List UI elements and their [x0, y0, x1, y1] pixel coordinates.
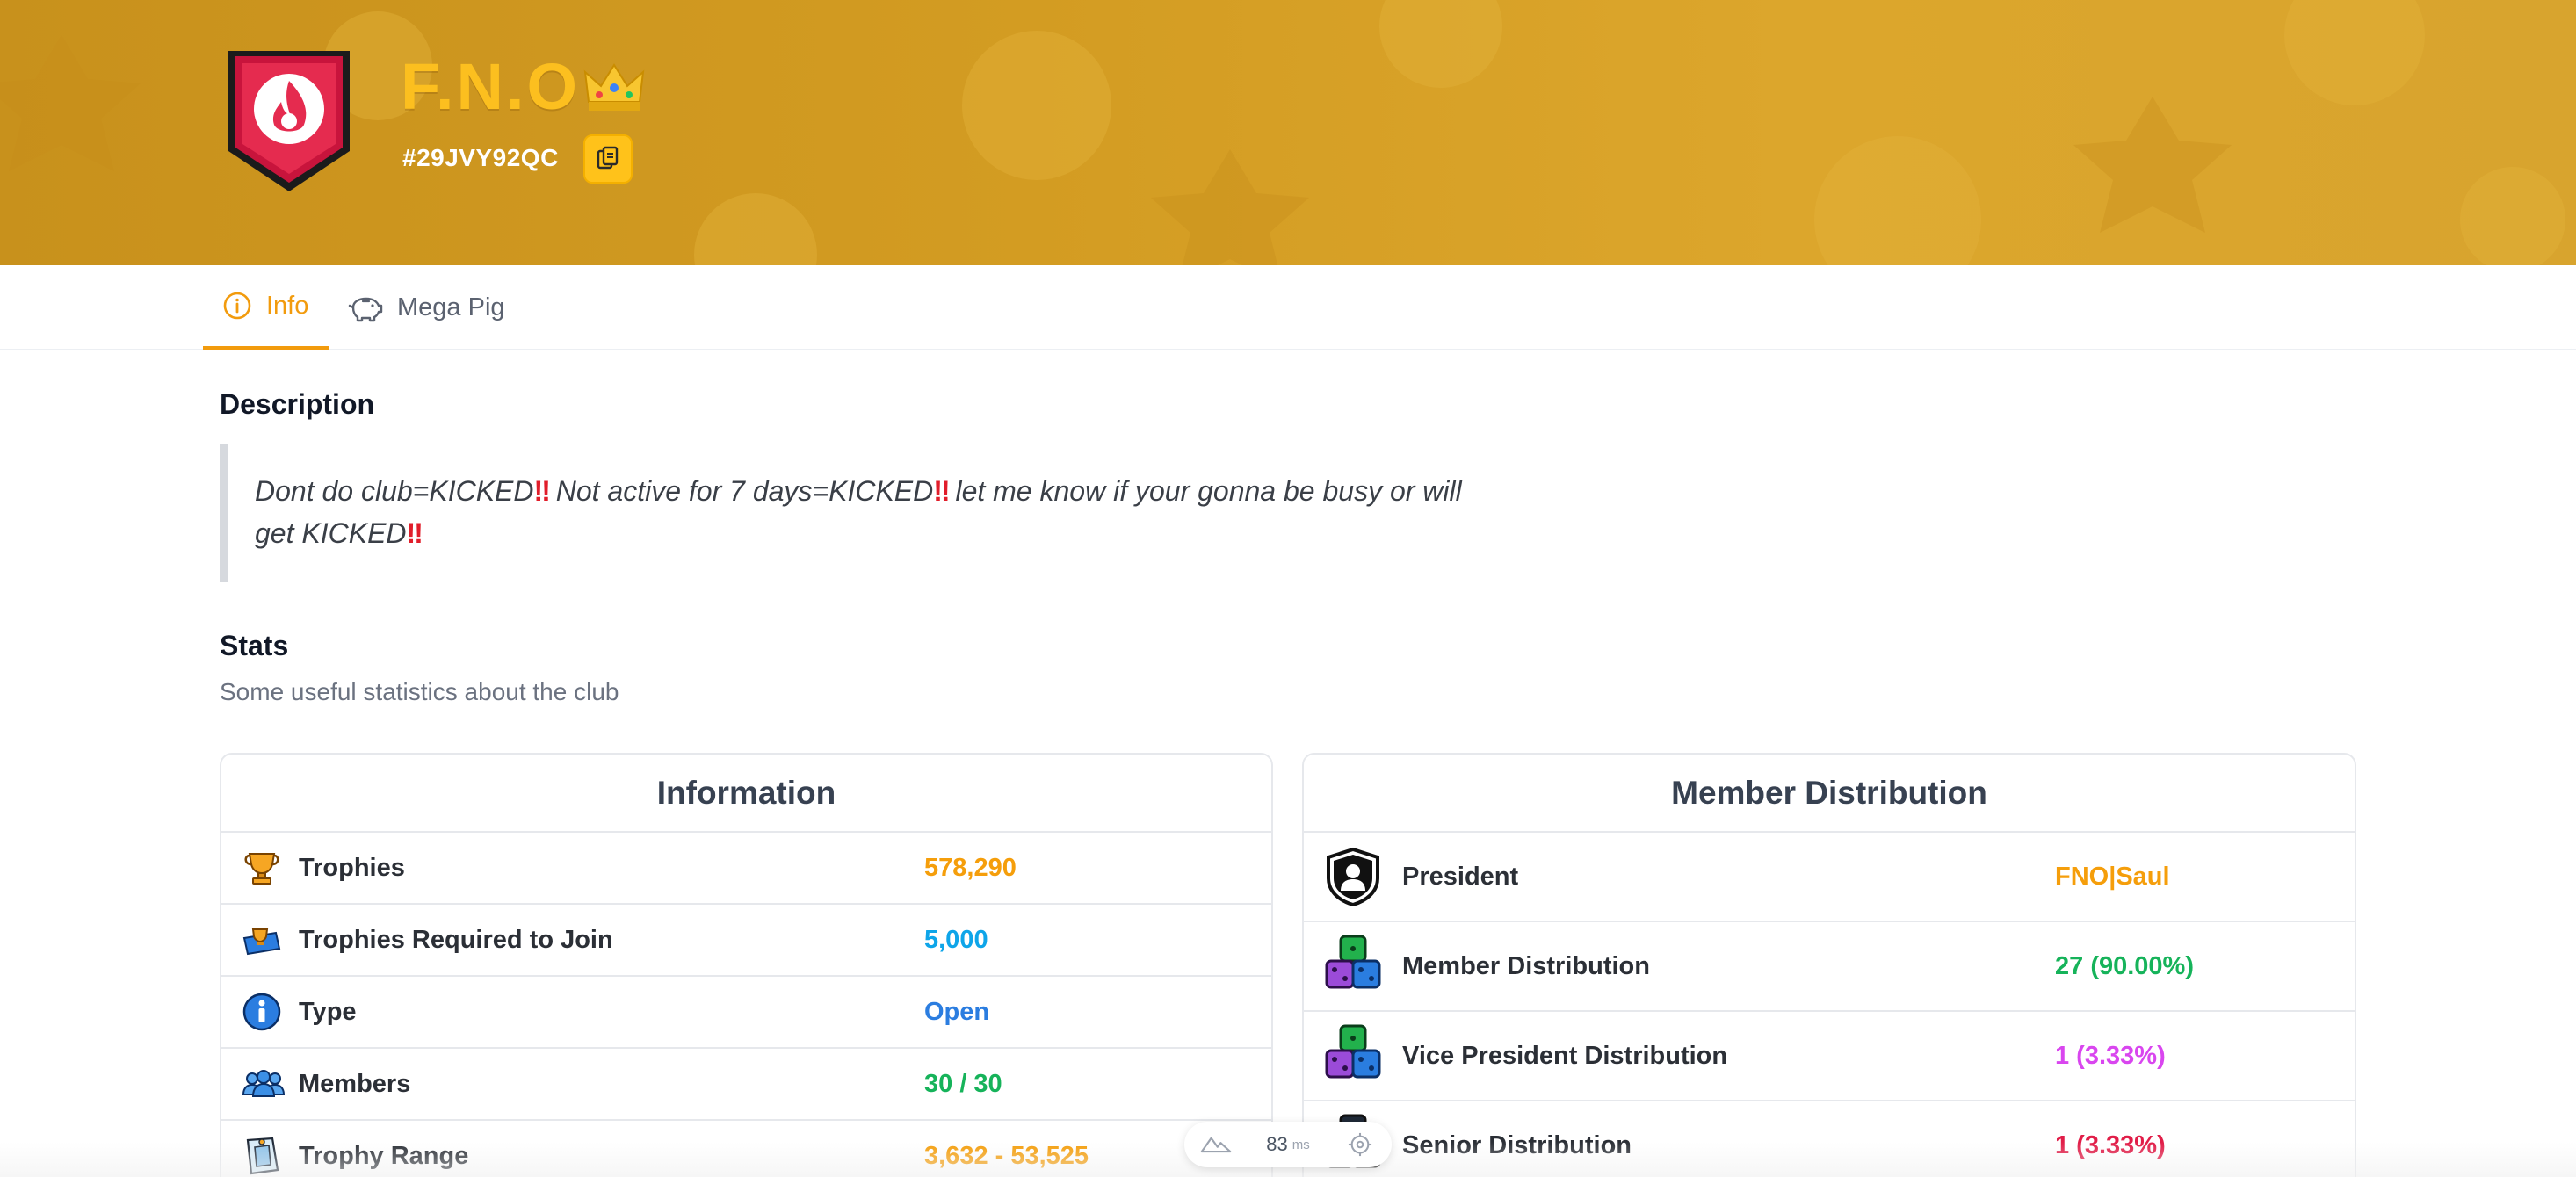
dist-row-label: Vice President Distribution	[1402, 1041, 1728, 1070]
club-tabs: Info Mega Pig	[0, 265, 2576, 350]
club-tag: #29JVY92QC	[402, 144, 559, 171]
dist-row-value: 27 (90.00%)	[2055, 951, 2194, 980]
double-exclamation-icon: ‼	[406, 517, 423, 549]
description-heading: Description	[220, 388, 375, 420]
info-row-members: Members 30 / 30	[221, 1049, 1271, 1121]
club-badge-icon	[228, 51, 350, 191]
club-banner: F.N.O #29JVY92QC	[0, 0, 2576, 265]
info-row-label: Type	[299, 997, 357, 1026]
copy-tag-button[interactable]	[583, 134, 633, 184]
member-distribution-card-title: Member Distribution	[1304, 755, 2355, 833]
info-row-label: Members	[299, 1069, 411, 1098]
inspect-button[interactable]	[1328, 1122, 1392, 1167]
info-row-value: Open	[924, 997, 990, 1026]
info-row-trophies: Trophies 578,290	[221, 833, 1271, 905]
dist-row-label: Senior Distribution	[1402, 1130, 1632, 1159]
render-time-value: 83	[1266, 1133, 1288, 1155]
member-distribution-card: Member Distribution President FNO|Saul M…	[1302, 753, 2356, 1177]
members-icon	[241, 1066, 286, 1101]
stats-heading: Stats	[220, 630, 289, 661]
tab-info[interactable]: Info	[203, 265, 329, 350]
info-row-trophies-required: Trophies Required to Join 5,000	[221, 905, 1271, 977]
dice-stack-icon	[1323, 1024, 1383, 1087]
description-quote: Dont do club=KICKED‼ Not active for 7 da…	[220, 444, 1494, 582]
dev-tools-pill[interactable]: 83 ms	[1184, 1122, 1392, 1167]
banner-pattern	[0, 0, 2565, 265]
devtools-logo-button[interactable]	[1184, 1122, 1248, 1167]
dist-row-value: 1 (3.33%)	[2055, 1041, 2166, 1070]
info-row-value: 30 / 30	[924, 1069, 1002, 1098]
info-row-label: Trophy Range	[299, 1141, 469, 1170]
club-name-text: F.N.O	[401, 50, 581, 123]
stats-subtitle: Some useful statistics about the club	[220, 678, 619, 705]
render-time-unit: ms	[1292, 1137, 1310, 1152]
double-exclamation-icon: ‼	[933, 475, 950, 507]
description-part-1: Dont do club=KICKED	[255, 475, 534, 507]
crosshair-icon	[1348, 1132, 1372, 1157]
information-card: Information Trophies 578,290 Trophies Re…	[220, 753, 1273, 1177]
club-name: F.N.O	[401, 49, 645, 124]
dist-row-label: President	[1402, 862, 1519, 891]
mountain-logo-icon	[1200, 1137, 1232, 1153]
dist-row-value: FNO|Saul	[2055, 862, 2170, 891]
dist-row-senior: Senior Distribution 1 (3.33%)	[1304, 1101, 2355, 1177]
trophy-range-icon	[241, 1135, 283, 1177]
trophy-requirement-icon	[241, 919, 283, 961]
info-row-label: Trophies	[299, 853, 405, 882]
information-card-title: Information	[221, 755, 1271, 833]
description-part-2: Not active for 7 days=KICKED	[547, 475, 934, 507]
info-row-value: 578,290	[924, 853, 1017, 882]
info-row-label: Trophies Required to Join	[299, 925, 613, 954]
copy-icon	[597, 146, 619, 170]
info-row-value: 5,000	[924, 925, 988, 954]
info-row-type: Type Open	[221, 977, 1271, 1049]
dist-row-vice-president: Vice President Distribution 1 (3.33%)	[1304, 1012, 2355, 1101]
dice-stack-icon	[1323, 935, 1383, 998]
tab-mega-pig-label: Mega Pig	[397, 293, 505, 321]
dist-row-label: Member Distribution	[1402, 951, 1650, 980]
dist-row-president: President FNO|Saul	[1304, 833, 2355, 922]
double-exclamation-icon: ‼	[533, 475, 551, 507]
render-time-readout: 83 ms	[1248, 1122, 1328, 1167]
dist-row-member: Member Distribution 27 (90.00%)	[1304, 922, 2355, 1012]
info-row-value: 3,632 - 53,525	[924, 1141, 1089, 1170]
info-circle-icon	[241, 991, 283, 1033]
trophy-icon	[241, 847, 283, 889]
tab-mega-pig[interactable]: Mega Pig	[348, 265, 505, 350]
dist-row-value: 1 (3.33%)	[2055, 1130, 2166, 1159]
info-row-trophy-range: Trophy Range 3,632 - 53,525	[221, 1121, 1271, 1177]
piggy-bank-icon	[348, 297, 383, 321]
info-icon	[223, 292, 251, 320]
tab-info-label: Info	[266, 291, 309, 320]
president-icon	[1323, 847, 1383, 906]
crown-icon	[583, 62, 645, 111]
